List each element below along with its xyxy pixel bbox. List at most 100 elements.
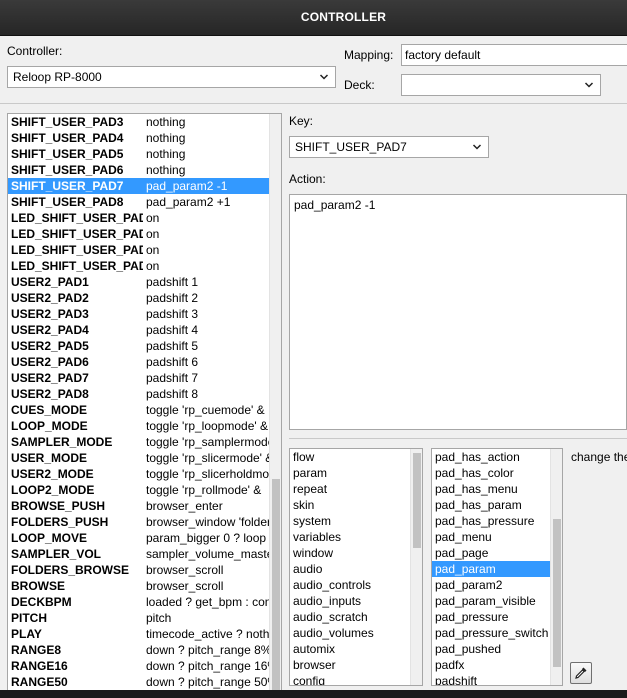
category-item[interactable]: audio_scratch [290,609,410,625]
binding-row[interactable]: USER2_PAD7 padshift 7 [8,370,270,386]
function-item[interactable]: padshift [432,673,552,685]
category-item[interactable]: audio_volumes [290,625,410,641]
binding-action: padshift 7 [146,371,199,385]
category-item[interactable]: automix [290,641,410,657]
binding-row[interactable]: USER2_PAD3 padshift 3 [8,306,270,322]
binding-row[interactable]: SHIFT_USER_PAD4 nothing [8,130,270,146]
binding-row[interactable]: LOOP_MODE toggle 'rp_loopmode' & [8,418,270,434]
binding-row[interactable]: USER2_PAD6 padshift 6 [8,354,270,370]
binding-row[interactable]: RANGE8 down ? pitch_range 8% [8,642,270,658]
binding-action: on [146,259,160,273]
controller-dropdown[interactable]: Reloop RP-8000 [7,66,336,88]
binding-row[interactable]: RANGE16 down ? pitch_range 16% [8,658,270,674]
binding-key: SHIFT_USER_PAD6 [11,163,124,177]
function-item[interactable]: pad_has_param [432,497,552,513]
bindings-list[interactable]: SHIFT_USER_PAD3 nothing SHIFT_USER_PAD4 not… [7,113,282,698]
function-item[interactable]: pad_has_menu [432,481,552,497]
scrollbar-thumb[interactable] [413,453,421,548]
binding-row[interactable]: SHIFT_USER_PAD3 nothing [8,114,270,130]
binding-row[interactable]: LED_SHIFT_USER_PAD7 on [8,242,270,258]
binding-key: SHIFT_USER_PAD7 [11,179,124,193]
function-item[interactable]: pad_pushed [432,641,552,657]
bindings-scrollbar[interactable] [269,114,281,697]
binding-row[interactable]: LED_SHIFT_USER_PAD8 on [8,258,270,274]
category-item[interactable]: variables [290,529,410,545]
binding-row[interactable]: USER2_PAD4 padshift 4 [8,322,270,338]
action-text: pad_param2 -1 [294,198,376,212]
binding-key: RANGE50 [11,675,68,689]
binding-row[interactable]: FOLDERS_BROWSE browser_scroll [8,562,270,578]
category-scrollbar[interactable] [410,449,422,685]
category-item[interactable]: browser [290,657,410,673]
binding-key: USER2_PAD1 [11,275,89,289]
binding-row[interactable]: LED_SHIFT_USER_PAD6 on [8,226,270,242]
deck-dropdown[interactable] [401,74,601,96]
binding-action: toggle 'rp_samplermode' [146,435,270,449]
function-scrollbar[interactable] [550,449,562,685]
binding-row[interactable]: USER2_PAD1 padshift 1 [8,274,270,290]
binding-action: padshift 5 [146,339,199,353]
binding-row[interactable]: USER2_PAD8 padshift 8 [8,386,270,402]
key-dropdown[interactable]: SHIFT_USER_PAD7 [289,136,489,158]
function-list[interactable]: pad_has_action pad_has_color pad_has_menu p… [431,448,563,686]
category-item[interactable]: config [290,673,410,685]
binding-row[interactable]: LED_SHIFT_USER_PAD5 on [8,210,270,226]
action-editor[interactable]: pad_param2 -1 [289,194,627,430]
binding-row[interactable]: USER2_PAD5 padshift 5 [8,338,270,354]
binding-action: toggle 'rp_slicermode' & [146,451,270,465]
scrollbar-thumb[interactable] [272,479,280,694]
binding-row[interactable]: PLAY timecode_active ? nothing [8,626,270,642]
binding-row[interactable]: CUES_MODE toggle 'rp_cuemode' & [8,402,270,418]
binding-row[interactable]: LOOP2_MODE toggle 'rp_rollmode' & [8,482,270,498]
function-item[interactable]: pad_has_pressure [432,513,552,529]
divider [0,103,627,104]
binding-action: param_bigger 0 ? loop [146,531,267,545]
divider [289,438,627,439]
function-item[interactable]: pad_has_action [432,449,552,465]
binding-row[interactable]: DECKBPM loaded ? get_bpm : con [8,594,270,610]
binding-key: LED_SHIFT_USER_PAD8 [11,259,143,273]
category-list[interactable]: flow param repeat skin system variables window… [289,448,423,686]
category-item[interactable]: skin [290,497,410,513]
mapping-field[interactable]: factory default [401,44,627,66]
function-item[interactable]: pad_param [432,561,552,577]
binding-row[interactable]: LOOP_MOVE param_bigger 0 ? loop [8,530,270,546]
function-item[interactable]: padfx [432,657,552,673]
binding-row[interactable]: FOLDERS_PUSH browser_window 'folders' [8,514,270,530]
category-item[interactable]: repeat [290,481,410,497]
binding-row[interactable]: SHIFT_USER_PAD5 nothing [8,146,270,162]
binding-row[interactable]: PITCH pitch [8,610,270,626]
binding-row[interactable]: SHIFT_USER_PAD8 pad_param2 +1 [8,194,270,210]
scrollbar-thumb[interactable] [553,519,561,667]
category-item[interactable]: flow [290,449,410,465]
binding-row[interactable]: SAMPLER_MODE toggle 'rp_samplermode' [8,434,270,450]
function-item[interactable]: pad_param2 [432,577,552,593]
function-item[interactable]: pad_param_visible [432,593,552,609]
binding-row[interactable]: SHIFT_USER_PAD7 pad_param2 -1 [8,178,270,194]
function-item[interactable]: pad_pressure [432,609,552,625]
binding-key: PITCH [11,611,47,625]
category-item[interactable]: audio_inputs [290,593,410,609]
binding-row[interactable]: BROWSE_PUSH browser_enter [8,498,270,514]
function-item[interactable]: pad_menu [432,529,552,545]
binding-row[interactable]: USER2_MODE toggle 'rp_slicerholdmode' [8,466,270,482]
binding-row[interactable]: SHIFT_USER_PAD6 nothing [8,162,270,178]
category-item[interactable]: system [290,513,410,529]
category-item[interactable]: window [290,545,410,561]
change-label: change the [571,450,627,464]
category-item[interactable]: audio [290,561,410,577]
binding-action: browser_window 'folders' [146,515,270,529]
binding-row[interactable]: USER2_PAD2 padshift 2 [8,290,270,306]
function-item[interactable]: pad_page [432,545,552,561]
binding-row[interactable]: RANGE50 down ? pitch_range 50% [8,674,270,690]
picker-button[interactable] [570,662,592,684]
function-item[interactable]: pad_pressure_switch [432,625,552,641]
category-item[interactable]: param [290,465,410,481]
binding-row[interactable]: BROWSE browser_scroll [8,578,270,594]
function-item[interactable]: pad_has_color [432,465,552,481]
binding-action: pad_param2 -1 [146,179,228,193]
binding-row[interactable]: USER_MODE toggle 'rp_slicermode' & [8,450,270,466]
binding-row[interactable]: SAMPLER_VOL sampler_volume_master [8,546,270,562]
binding-action: down ? pitch_range 8% [146,643,270,657]
category-item[interactable]: audio_controls [290,577,410,593]
